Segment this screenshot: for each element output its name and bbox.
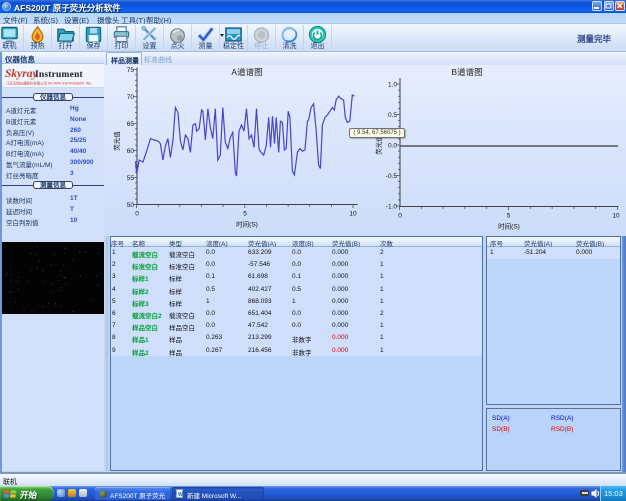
svg-text:75: 75 [127,67,135,74]
svg-text:荧光值: 荧光值 [112,131,121,151]
svg-text:-1.0: -1.0 [386,204,398,211]
svg-text:B道谱图: B道谱图 [451,67,482,77]
svg-text:50: 50 [127,202,135,209]
svg-text:65: 65 [127,121,135,128]
svg-text:55: 55 [127,175,135,182]
svg-text:0.0: 0.0 [388,143,397,150]
svg-text:1.0: 1.0 [388,82,397,89]
svg-text:0: 0 [398,213,402,220]
svg-text:-0.5: -0.5 [386,173,398,180]
svg-text:0: 0 [135,211,139,218]
svg-text:5: 5 [507,213,511,220]
svg-text:时间(S): 时间(S) [498,222,520,231]
svg-text:0.5: 0.5 [388,112,397,119]
svg-text:A道谱图: A道谱图 [231,67,262,77]
svg-text:60: 60 [127,148,135,155]
svg-text:10: 10 [349,211,357,218]
svg-text:70: 70 [127,94,135,101]
svg-text:10: 10 [612,213,620,220]
svg-text:时间(S): 时间(S) [236,220,258,229]
svg-text:5: 5 [243,211,247,218]
